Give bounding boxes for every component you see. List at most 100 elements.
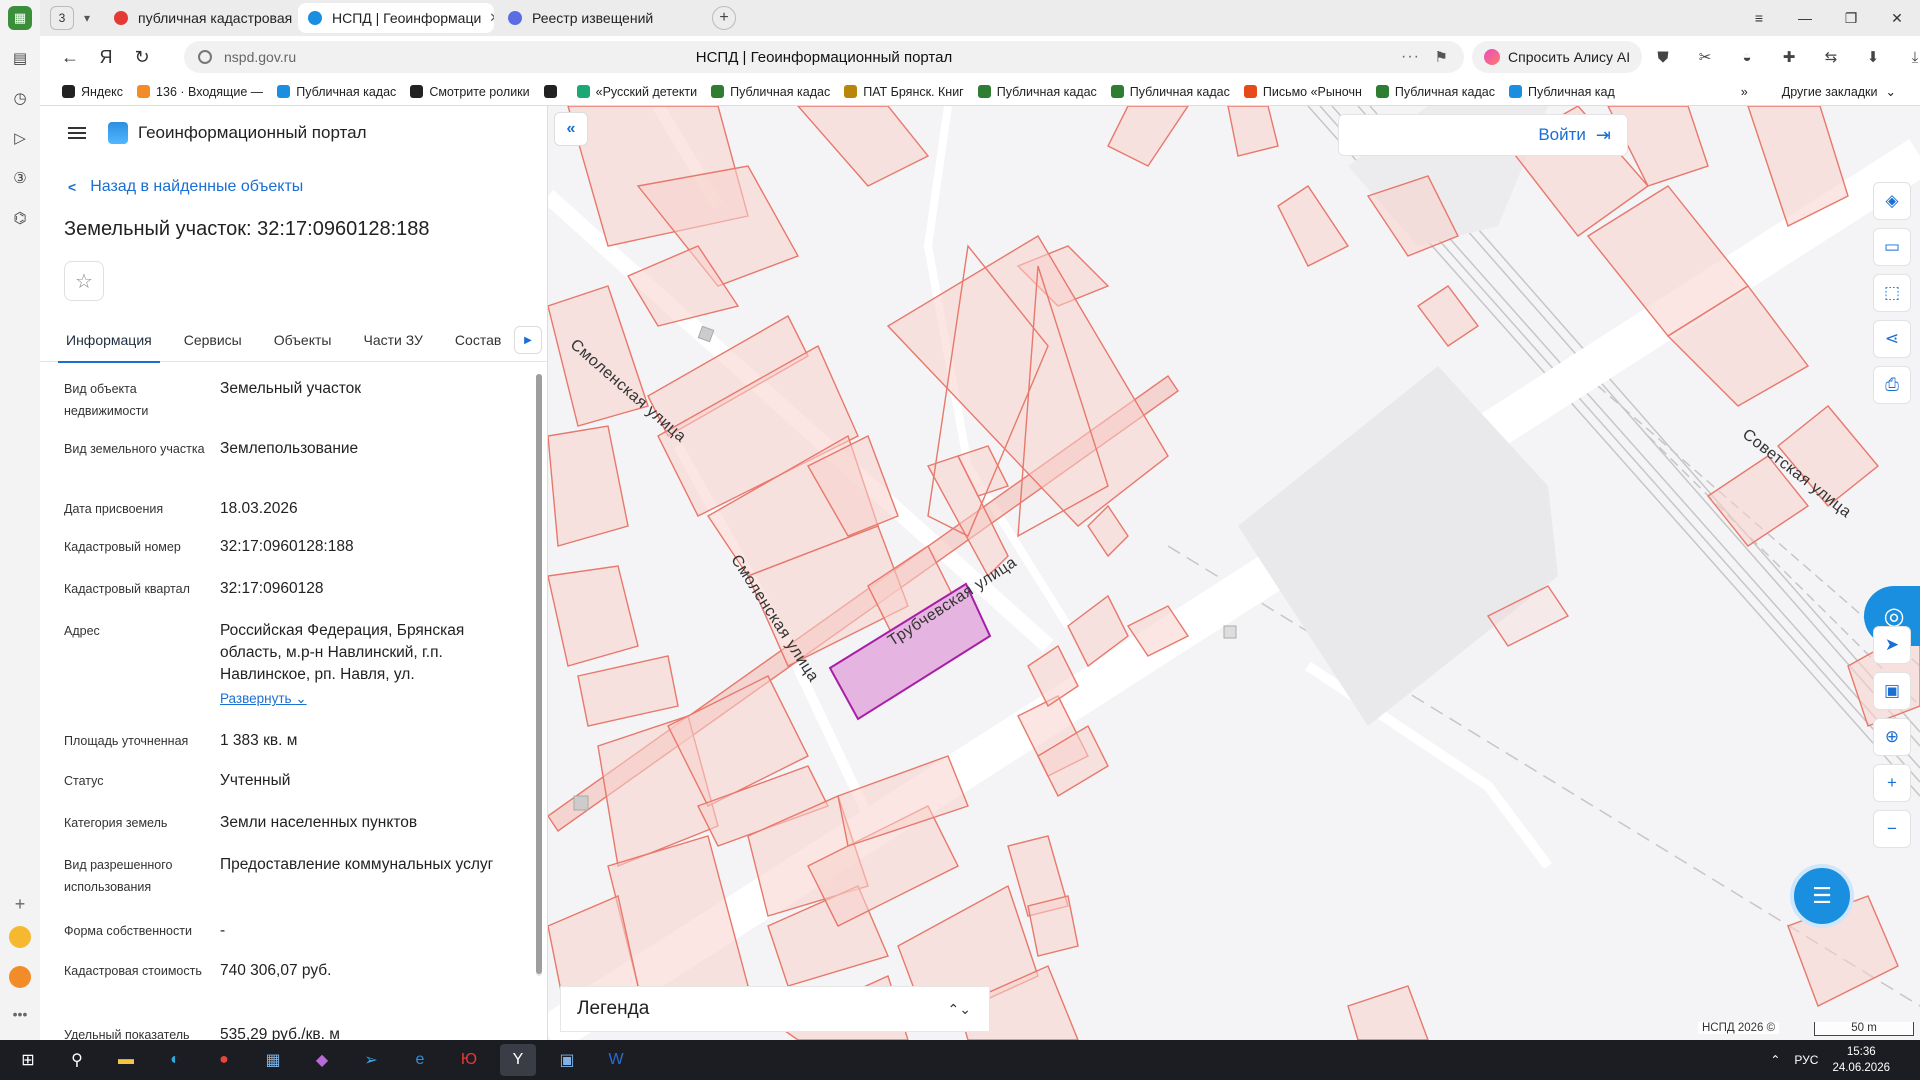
ruler-button[interactable]: ▭: [1873, 228, 1911, 266]
tab-dropdown-icon[interactable]: ▾: [74, 11, 100, 25]
collections-icon[interactable]: ▤: [8, 46, 32, 70]
bookmark-item[interactable]: [543, 85, 563, 98]
bookmark-item[interactable]: «Русский детекти: [576, 85, 697, 99]
collapse-panel-button[interactable]: «: [554, 112, 588, 146]
share-button[interactable]: ⋖: [1873, 320, 1911, 358]
tab-parts[interactable]: Части ЗУ: [347, 318, 438, 362]
extensions-icon[interactable]: ✚: [1776, 44, 1802, 70]
bookmark-item[interactable]: ПАТ Брянск. Книг: [844, 85, 964, 99]
login-button[interactable]: Войти ⇥: [1338, 114, 1628, 156]
bookmark-item[interactable]: Публичная кадас: [277, 85, 396, 99]
bookmark-item[interactable]: Смотрите ролики: [410, 85, 530, 99]
tab-composition[interactable]: Состав: [439, 318, 517, 362]
tab-count-badge[interactable]: 3: [50, 6, 74, 30]
tray-expand-icon[interactable]: ⌃: [1770, 1053, 1780, 1067]
emoji-app-icon[interactable]: [9, 926, 31, 948]
app-menu-icon[interactable]: ▦: [8, 6, 32, 30]
back-to-results-link[interactable]: < Назад в найденные объекты: [68, 178, 303, 196]
tabs-scroll-right-icon[interactable]: ▶: [514, 326, 542, 354]
minimize-icon[interactable]: —: [1782, 10, 1828, 26]
vpn-icon[interactable]: ◒: [1734, 44, 1760, 70]
select-area-button[interactable]: ⬚: [1873, 274, 1911, 312]
reload-icon[interactable]: ↻: [126, 47, 158, 68]
screenshot-icon[interactable]: ⌬: [8, 206, 32, 230]
zoom-in-button[interactable]: +: [1873, 764, 1911, 802]
expand-legend-icon[interactable]: ⌃⌄: [948, 1001, 971, 1018]
expand-address-link[interactable]: Развернуть ⌄: [220, 688, 307, 710]
more-icon[interactable]: •••: [13, 1006, 28, 1022]
bookmark-icon[interactable]: ⚑: [1435, 48, 1448, 66]
app-icon[interactable]: ▦: [255, 1044, 291, 1076]
telegram-icon[interactable]: ➢: [353, 1044, 389, 1076]
close-tab-icon[interactable]: ✕: [489, 10, 494, 26]
download-icon[interactable]: ⤓: [1902, 44, 1920, 70]
other-bookmarks[interactable]: » Другие закладки ⌄: [1741, 84, 1896, 100]
site-security-icon[interactable]: [198, 50, 212, 64]
tools-icon[interactable]: ✂: [1692, 44, 1718, 70]
start-icon[interactable]: ⊞: [10, 1044, 46, 1076]
restore-icon[interactable]: ❐: [1828, 10, 1874, 27]
locate-button[interactable]: ➤: [1873, 626, 1911, 664]
zoom-out-button[interactable]: −: [1873, 810, 1911, 848]
app-icon[interactable]: Ю: [451, 1044, 487, 1076]
protect-icon[interactable]: ⛊: [1650, 44, 1676, 70]
tab-services[interactable]: Сервисы: [168, 318, 258, 362]
app-icon[interactable]: ◆: [304, 1044, 340, 1076]
share-icon: ⋖: [1884, 329, 1900, 348]
bookmark-item[interactable]: Публичная кадас: [977, 85, 1097, 99]
bookmark-item[interactable]: Публичная кадас: [711, 85, 830, 99]
yandex-browser-icon[interactable]: Y: [500, 1044, 536, 1076]
app-icon[interactable]: ▣: [549, 1044, 585, 1076]
language-indicator[interactable]: РУС: [1794, 1053, 1818, 1067]
bookmark-item[interactable]: Публичная кадас: [1375, 85, 1495, 99]
tab-three-icon[interactable]: ③: [8, 166, 32, 190]
cadastral-map[interactable]: Смоленская улица Смоленская улица Трубче…: [548, 106, 1920, 1040]
chrome-icon[interactable]: ●: [206, 1044, 242, 1076]
video-icon[interactable]: ▷: [8, 126, 32, 150]
layers-button[interactable]: ◈: [1873, 182, 1911, 220]
close-window-icon[interactable]: ✕: [1874, 10, 1920, 27]
yandex-icon[interactable]: Я: [90, 47, 122, 68]
bookmark-item[interactable]: 136 · Входящие —: [137, 85, 263, 99]
property-key: Вид разрешенного использования: [64, 858, 173, 894]
minimap-button[interactable]: ▣: [1873, 672, 1911, 710]
back-arrow-icon[interactable]: ←: [54, 47, 86, 68]
scrollbar-thumb[interactable]: [536, 374, 542, 974]
more-actions-icon[interactable]: ···: [1401, 48, 1420, 66]
bookmark-item[interactable]: Публичная кадас: [1110, 85, 1230, 99]
edge-icon[interactable]: ◐: [157, 1044, 193, 1076]
url-field[interactable]: nspd.gov.ru НСПД | Геоинформационный пор…: [184, 41, 1464, 73]
tab-info[interactable]: Информация: [50, 318, 168, 363]
menu-icon[interactable]: ≡: [1736, 10, 1782, 26]
word-icon[interactable]: W: [598, 1044, 634, 1076]
ie-icon[interactable]: e: [402, 1044, 438, 1076]
chat-button[interactable]: ☰: [1790, 864, 1854, 928]
downloads-icon[interactable]: ⬇: [1860, 44, 1886, 70]
bookmark-item[interactable]: Яндекс: [62, 85, 123, 99]
property-list: Вид объекта недвижимости Земельный участо…: [40, 368, 540, 1040]
print-button[interactable]: ⎙: [1873, 366, 1911, 404]
bookmark-item[interactable]: Письмо «Рыночн: [1243, 85, 1362, 99]
ask-alice-button[interactable]: Спросить Алису AI: [1472, 41, 1643, 73]
clock[interactable]: 15:36 24.06.2026: [1832, 1044, 1890, 1076]
translate-icon[interactable]: ⇆: [1818, 44, 1844, 70]
search-place-button[interactable]: ⊕: [1873, 718, 1911, 756]
tab-nspd[interactable]: НСПД | Геоинформаци ✕: [298, 3, 494, 33]
tab-notices[interactable]: Реестр извещений: [498, 3, 698, 33]
tab-cadastral[interactable]: публичная кадастровая к: [104, 3, 294, 33]
address-text: Российская Федерация, Брянская область, …: [220, 622, 465, 683]
chat-icon: ☰: [1812, 883, 1832, 908]
more-bookmarks-icon[interactable]: »: [1741, 85, 1748, 99]
legend-panel[interactable]: Легенда ⌃⌄: [560, 986, 990, 1032]
hamburger-menu-icon[interactable]: [68, 124, 86, 142]
favorite-star-button[interactable]: ☆: [64, 261, 104, 301]
tab-objects[interactable]: Объекты: [258, 318, 348, 362]
mail-app-icon[interactable]: [9, 966, 31, 988]
add-panel-icon[interactable]: +: [15, 894, 26, 915]
search-icon[interactable]: ⚲: [59, 1044, 95, 1076]
bookmark-item[interactable]: Публичная кад: [1508, 85, 1615, 99]
panel-scrollbar[interactable]: [536, 374, 542, 976]
history-icon[interactable]: ◷: [8, 86, 32, 110]
new-tab-button[interactable]: +: [712, 6, 736, 30]
file-explorer-icon[interactable]: ▬: [108, 1044, 144, 1076]
